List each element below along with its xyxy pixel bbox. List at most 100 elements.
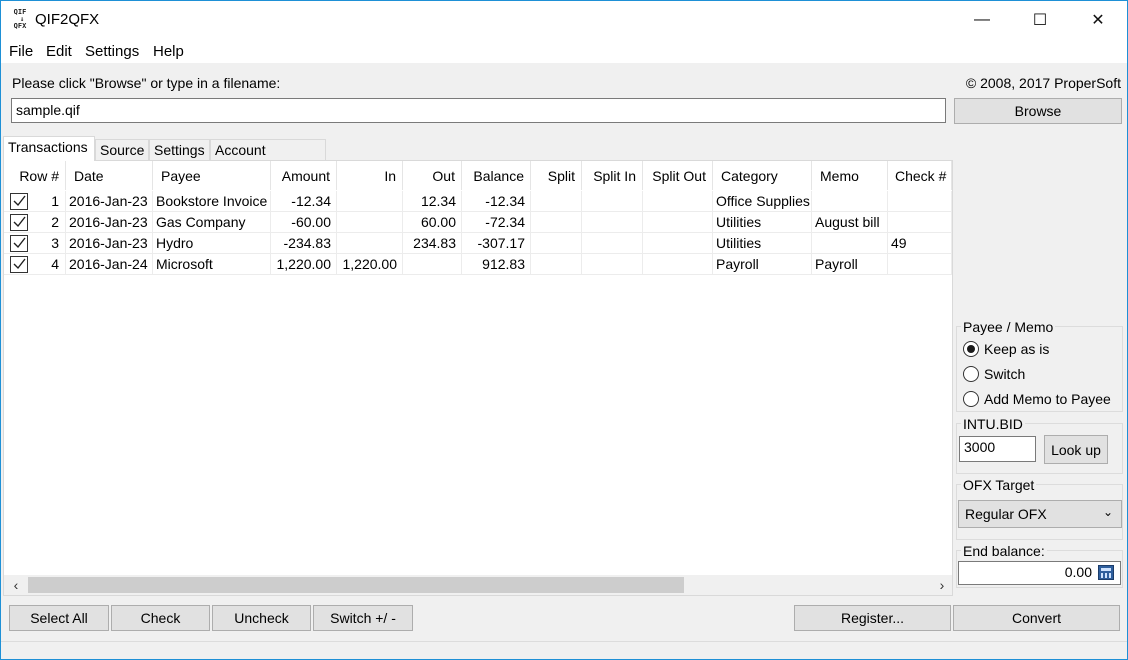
col-header-date[interactable]: Date bbox=[66, 161, 153, 190]
radio-keep-as-is[interactable]: Keep as is bbox=[963, 341, 1049, 357]
col-header-memo[interactable]: Memo bbox=[812, 161, 888, 190]
menu-help[interactable]: Help bbox=[153, 43, 184, 60]
ofx-target-select[interactable]: Regular OFX ⌄ bbox=[958, 500, 1122, 528]
row-checkbox[interactable] bbox=[10, 214, 28, 231]
split-out-cell[interactable] bbox=[643, 254, 713, 275]
table-row[interactable]: 4 2016-Jan-24 Microsoft 1,220.00 1,220.0… bbox=[4, 254, 952, 275]
check-number-cell[interactable] bbox=[888, 254, 952, 275]
row-checkbox[interactable] bbox=[10, 256, 28, 273]
browse-button[interactable]: Browse bbox=[954, 98, 1122, 124]
out-cell[interactable]: 234.83 bbox=[403, 233, 462, 254]
menu-edit[interactable]: Edit bbox=[46, 43, 72, 60]
radio-add-memo-to-payee[interactable]: Add Memo to Payee bbox=[963, 391, 1111, 407]
split-in-cell[interactable] bbox=[582, 212, 643, 233]
end-balance-input[interactable]: 0.00 bbox=[958, 561, 1121, 585]
memo-cell[interactable]: Payroll bbox=[812, 254, 888, 275]
radio-switch[interactable]: Switch bbox=[963, 366, 1025, 382]
select-all-button[interactable]: Select All bbox=[9, 605, 109, 631]
split-out-cell[interactable] bbox=[643, 191, 713, 212]
out-cell[interactable]: 12.34 bbox=[403, 191, 462, 212]
menu-file[interactable]: File bbox=[9, 43, 33, 60]
minimize-button[interactable]: — bbox=[953, 1, 1011, 39]
col-header-split-out[interactable]: Split Out bbox=[643, 161, 713, 190]
close-button[interactable]: ✕ bbox=[1069, 1, 1127, 39]
category-cell[interactable]: Utilities bbox=[713, 212, 812, 233]
payee-cell[interactable]: Gas Company bbox=[153, 212, 271, 233]
split-out-cell[interactable] bbox=[643, 212, 713, 233]
out-cell[interactable]: 60.00 bbox=[403, 212, 462, 233]
payee-cell[interactable]: Hydro bbox=[153, 233, 271, 254]
col-header-payee[interactable]: Payee bbox=[153, 161, 271, 190]
in-cell[interactable] bbox=[337, 212, 403, 233]
check-number-cell[interactable] bbox=[888, 212, 952, 233]
col-header-split-in[interactable]: Split In bbox=[582, 161, 643, 190]
table-row[interactable]: 3 2016-Jan-23 Hydro -234.83 234.83 -307.… bbox=[4, 233, 952, 254]
amount-cell[interactable]: -12.34 bbox=[271, 191, 337, 212]
balance-cell[interactable]: -307.17 bbox=[462, 233, 531, 254]
payee-cell[interactable]: Microsoft bbox=[153, 254, 271, 275]
scroll-left-icon[interactable]: ‹ bbox=[6, 575, 26, 595]
uncheck-button[interactable]: Uncheck bbox=[212, 605, 311, 631]
maximize-button[interactable]: ☐ bbox=[1011, 1, 1069, 39]
split-in-cell[interactable] bbox=[582, 191, 643, 212]
convert-button[interactable]: Convert bbox=[953, 605, 1120, 631]
out-cell[interactable] bbox=[403, 254, 462, 275]
scrollbar-thumb[interactable] bbox=[28, 577, 684, 593]
date-cell[interactable]: 2016-Jan-23 bbox=[66, 233, 153, 254]
row-checkbox[interactable] bbox=[10, 193, 28, 210]
date-cell[interactable]: 2016-Jan-23 bbox=[66, 191, 153, 212]
category-cell[interactable]: Payroll bbox=[713, 254, 812, 275]
menu-settings[interactable]: Settings bbox=[85, 43, 139, 60]
tab-settings[interactable]: Settings bbox=[149, 139, 210, 161]
split-in-cell[interactable] bbox=[582, 233, 643, 254]
tab-source[interactable]: Source bbox=[95, 139, 149, 161]
payee-cell[interactable]: Bookstore Invoice bbox=[153, 191, 271, 212]
intu-bid-input[interactable]: 3000 bbox=[959, 436, 1036, 462]
register-button[interactable]: Register... bbox=[794, 605, 951, 631]
date-cell[interactable]: 2016-Jan-23 bbox=[66, 212, 153, 233]
table-row[interactable]: 1 2016-Jan-23 Bookstore Invoice -12.34 1… bbox=[4, 191, 952, 212]
row-checkbox[interactable] bbox=[10, 235, 28, 252]
switch-sign-button[interactable]: Switch +/ - bbox=[313, 605, 413, 631]
category-cell[interactable]: Utilities bbox=[713, 233, 812, 254]
check-button[interactable]: Check bbox=[111, 605, 210, 631]
tab-transactions[interactable]: Transactions bbox=[3, 136, 95, 161]
col-header-balance[interactable]: Balance bbox=[462, 161, 531, 190]
balance-cell[interactable]: 912.83 bbox=[462, 254, 531, 275]
check-number-cell[interactable] bbox=[888, 191, 952, 212]
memo-cell[interactable] bbox=[812, 233, 888, 254]
table-row[interactable]: 2 2016-Jan-23 Gas Company -60.00 60.00 -… bbox=[4, 212, 952, 233]
split-out-cell[interactable] bbox=[643, 233, 713, 254]
split-cell[interactable] bbox=[531, 233, 582, 254]
col-header-in[interactable]: In bbox=[337, 161, 403, 190]
split-cell[interactable] bbox=[531, 191, 582, 212]
scroll-right-icon[interactable]: › bbox=[932, 575, 952, 595]
col-header-category[interactable]: Category bbox=[713, 161, 812, 190]
amount-cell[interactable]: 1,220.00 bbox=[271, 254, 337, 275]
in-cell[interactable] bbox=[337, 191, 403, 212]
split-cell[interactable] bbox=[531, 254, 582, 275]
split-cell[interactable] bbox=[531, 212, 582, 233]
horizontal-scrollbar[interactable]: ‹ › bbox=[4, 575, 952, 595]
in-cell[interactable] bbox=[337, 233, 403, 254]
date-cell[interactable]: 2016-Jan-24 bbox=[66, 254, 153, 275]
tab-account-mapping[interactable]: Account Mapping bbox=[210, 139, 326, 174]
balance-cell[interactable]: -12.34 bbox=[462, 191, 531, 212]
amount-cell[interactable]: -60.00 bbox=[271, 212, 337, 233]
col-header-amount[interactable]: Amount bbox=[271, 161, 337, 190]
col-header-check[interactable]: Check # bbox=[888, 161, 952, 190]
calculator-icon[interactable] bbox=[1098, 565, 1114, 580]
split-in-cell[interactable] bbox=[582, 254, 643, 275]
col-header-out[interactable]: Out bbox=[403, 161, 462, 190]
look-up-button[interactable]: Look up bbox=[1044, 435, 1108, 464]
check-number-cell[interactable]: 49 bbox=[888, 233, 952, 254]
col-header-row[interactable]: Row # bbox=[4, 161, 66, 190]
amount-cell[interactable]: -234.83 bbox=[271, 233, 337, 254]
category-cell[interactable]: Office Supplies bbox=[713, 191, 812, 212]
col-header-split[interactable]: Split bbox=[531, 161, 582, 190]
memo-cell[interactable] bbox=[812, 191, 888, 212]
filename-input[interactable]: sample.qif bbox=[11, 98, 946, 123]
balance-cell[interactable]: -72.34 bbox=[462, 212, 531, 233]
in-cell[interactable]: 1,220.00 bbox=[337, 254, 403, 275]
memo-cell[interactable]: August bill bbox=[812, 212, 888, 233]
